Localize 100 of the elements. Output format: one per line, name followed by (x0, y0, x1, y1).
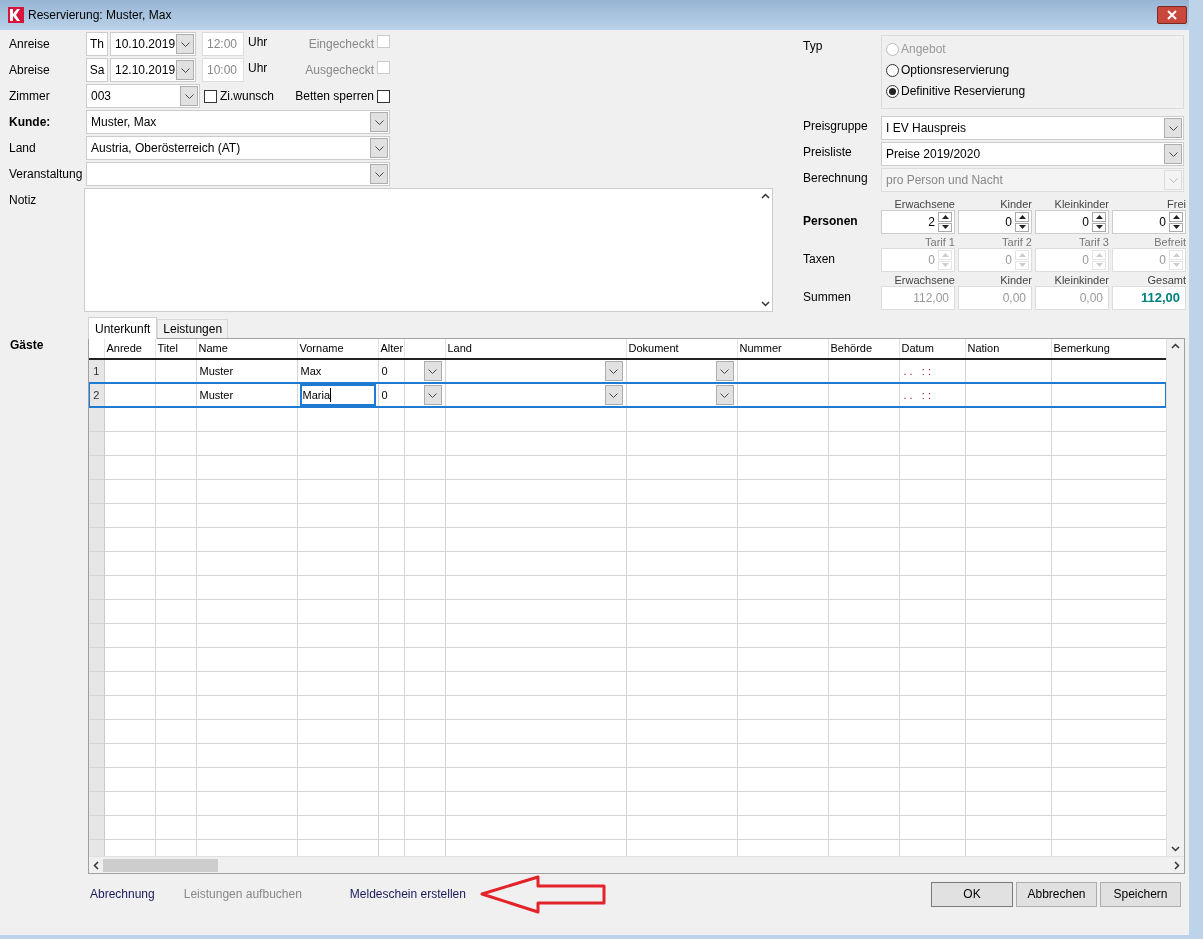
number-spinner: 0 (1035, 248, 1109, 272)
spin-buttons[interactable] (1092, 212, 1106, 232)
dialog-button[interactable]: Speichern (1100, 881, 1181, 907)
number-spinner[interactable]: 0 (1112, 210, 1186, 234)
number-spinner: 0 (1112, 248, 1186, 272)
dropdown-button[interactable] (1164, 144, 1182, 164)
column-header[interactable]: Land (447, 342, 472, 355)
spin-buttons[interactable] (1015, 212, 1029, 232)
close-icon (1167, 10, 1177, 20)
date-combo[interactable]: 10.10.2019 (110, 32, 196, 56)
close-button[interactable] (1157, 6, 1187, 24)
column-heading: Kinder (1000, 273, 1032, 286)
checkbox-label: Betten sperren (295, 88, 374, 105)
time-field[interactable]: 12:00 (202, 32, 244, 56)
field-label: Anreise (9, 37, 50, 51)
table-cell: 0 (380, 365, 388, 377)
dropdown-button[interactable] (604, 361, 623, 382)
combo-field[interactable]: Preise 2019/2020 (881, 142, 1184, 166)
number-spinner[interactable]: 2 (881, 210, 955, 234)
number-spinner: 0 (958, 248, 1032, 272)
combo-field[interactable] (86, 162, 390, 186)
weekday-field: Th (86, 32, 108, 56)
number-spinner[interactable]: 0 (1035, 210, 1109, 234)
chevron-down-icon (374, 119, 384, 125)
dropdown-button[interactable] (176, 60, 195, 80)
combo-field[interactable]: Austria, Oberösterreich (AT) (86, 136, 390, 160)
row-number: 2 (89, 383, 104, 407)
footer-link[interactable]: Abrechnung (90, 885, 155, 903)
dropdown-button[interactable] (604, 385, 623, 406)
scroll-down-icon[interactable] (760, 301, 770, 307)
sum-field: 112,00 (1112, 286, 1186, 310)
footer-link[interactable]: Meldeschein erstellen (349, 885, 466, 903)
cell-editor[interactable]: Maria (299, 384, 376, 407)
date-cell[interactable]: . . : : (901, 365, 931, 377)
column-heading: Befreit (1154, 235, 1186, 248)
dropdown-button[interactable] (370, 112, 388, 132)
room-combo[interactable]: 003 (86, 84, 200, 108)
tab[interactable]: Unterkunft (88, 317, 158, 339)
table-row[interactable]: 1 Muster Max 0 . . : : (89, 359, 1166, 383)
column-header[interactable]: Alter (380, 342, 404, 355)
dropdown-button[interactable] (423, 361, 442, 382)
radio-button[interactable] (886, 84, 899, 98)
field-label: Preisgruppe (803, 119, 868, 133)
column-header[interactable]: Nummer (739, 342, 782, 355)
dialog-button[interactable]: Abbrechen (1016, 881, 1097, 907)
table-cell: Max (299, 365, 322, 377)
scroll-right-icon[interactable] (1174, 860, 1180, 870)
time-unit: Uhr (248, 34, 268, 51)
column-header[interactable]: Bemerkung (1053, 342, 1110, 355)
column-header[interactable]: Behörde (830, 342, 873, 355)
spin-buttons (938, 250, 952, 270)
date-combo[interactable]: 12.10.2019 (110, 58, 196, 82)
field-label: Typ (803, 39, 823, 53)
scroll-up-icon[interactable] (760, 193, 770, 199)
window-title: Reservierung: Muster, Max (28, 7, 172, 24)
chevron-down-icon (609, 368, 618, 374)
column-header[interactable]: Vorname (299, 342, 344, 355)
column-header[interactable]: Anrede (106, 342, 142, 355)
dropdown-button[interactable] (715, 361, 734, 382)
sum-field: 0,00 (958, 286, 1032, 310)
checkbox-label: Eingecheckt (308, 36, 374, 53)
dropdown-button[interactable] (176, 34, 195, 54)
scrollbar-thumb[interactable] (103, 858, 218, 872)
radio-label: Angebot (901, 41, 946, 58)
dropdown-button[interactable] (370, 164, 388, 184)
field-label: Veranstaltung (9, 167, 83, 181)
checkbox[interactable] (377, 89, 390, 103)
vertical-scrollbar[interactable] (1166, 339, 1184, 856)
column-header[interactable]: Dokument (628, 342, 679, 355)
field-label: Notiz (9, 193, 37, 207)
spin-buttons[interactable] (938, 212, 952, 232)
time-field[interactable]: 10:00 (202, 58, 244, 82)
combo-field[interactable]: I EV Hauspreis (881, 116, 1184, 140)
column-header[interactable]: Datum (901, 342, 934, 355)
checkbox-label: Ausgecheckt (305, 62, 374, 79)
dialog-button[interactable]: OK (931, 881, 1013, 907)
dropdown-button[interactable] (370, 138, 388, 158)
column-heading: Kleinkinder (1054, 273, 1109, 286)
scroll-down-icon[interactable] (1171, 846, 1180, 852)
spin-buttons[interactable] (1169, 212, 1183, 232)
number-spinner[interactable]: 0 (958, 210, 1032, 234)
scroll-left-icon[interactable] (93, 860, 99, 870)
column-header[interactable]: Nation (967, 342, 1000, 355)
dropdown-button[interactable] (1164, 118, 1182, 138)
table-row[interactable]: 2 Muster Maria 0 . . : : (89, 383, 1166, 407)
time-unit: Uhr (248, 60, 268, 77)
horizontal-scrollbar[interactable] (89, 856, 1184, 873)
radio-button[interactable] (886, 63, 899, 77)
date-cell[interactable]: . . : : (901, 389, 931, 401)
checkbox[interactable] (204, 89, 217, 103)
field-label: Preisliste (803, 145, 852, 159)
combo-field[interactable]: Muster, Max (86, 110, 390, 134)
dropdown-button[interactable] (423, 385, 442, 406)
dropdown-button[interactable] (180, 86, 198, 106)
column-heading: Frei (1167, 197, 1186, 210)
column-header[interactable]: Titel (157, 342, 178, 355)
dropdown-button[interactable] (715, 385, 734, 406)
tab[interactable]: Leistungen (157, 319, 229, 338)
scroll-up-icon[interactable] (1171, 343, 1180, 349)
column-header[interactable]: Name (198, 342, 228, 355)
